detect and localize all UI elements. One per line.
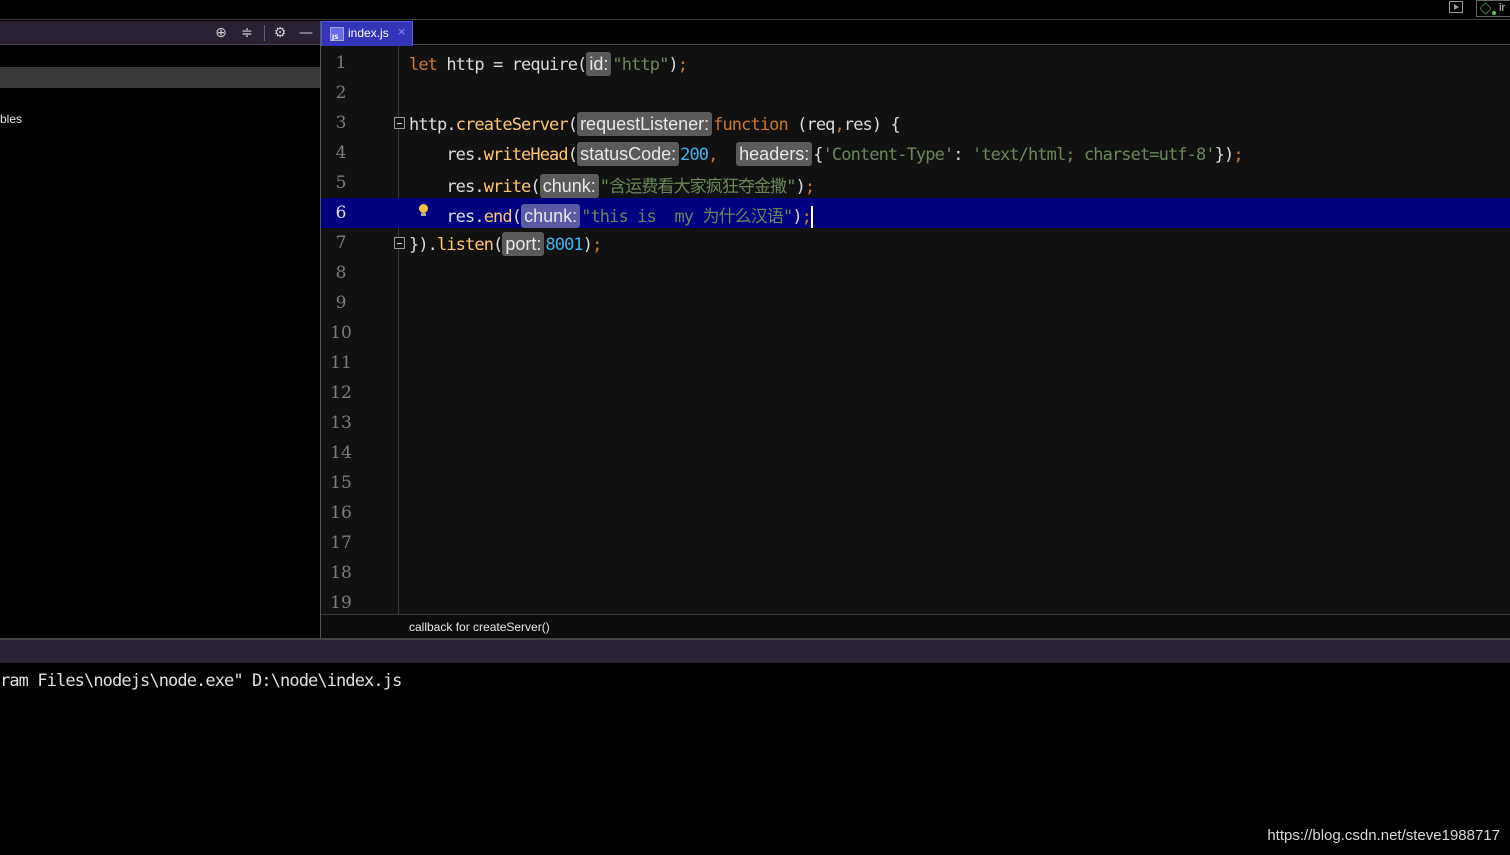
code-line[interactable]: 3 http.createServer(requestListener: func… <box>321 108 1510 138</box>
gear-icon[interactable]: ⚙ <box>272 25 288 41</box>
collapse-all-icon[interactable]: ≑ <box>239 25 255 41</box>
run-panel-header <box>0 640 1510 663</box>
code-line[interactable]: 7 }).listen(port: 8001); <box>321 228 1510 258</box>
run-config-label: ir <box>1499 2 1506 14</box>
code-line[interactable]: 11 <box>321 348 1510 378</box>
code-text: res.write(chunk: "含运费看大家疯狂夺金撒"); <box>446 174 815 198</box>
line-number: 1 <box>335 53 347 73</box>
run-window-icon[interactable] <box>1449 1 1463 13</box>
editor-tab-bar: JS index.js × <box>321 21 1510 46</box>
code-text: http.createServer(requestListener: functi… <box>409 112 901 136</box>
line-number: 18 <box>330 563 352 583</box>
code-line[interactable]: 10 <box>321 318 1510 348</box>
locate-icon[interactable]: ⊕ <box>213 25 229 41</box>
minimize-icon[interactable]: — <box>298 25 314 41</box>
parameter-hint: id: <box>586 52 612 76</box>
fold-toggle-icon[interactable] <box>394 117 405 129</box>
code-line[interactable]: 19 <box>321 588 1510 614</box>
line-number: 14 <box>330 443 352 463</box>
code-line[interactable]: 8 <box>321 258 1510 288</box>
code-line[interactable]: 2 <box>321 78 1510 108</box>
code-text: res.writeHead(statusCode: 200, headers: {'… <box>446 142 1244 166</box>
parameter-hint: headers: <box>736 142 813 166</box>
code-line[interactable]: 18 <box>321 558 1510 588</box>
code-line[interactable]: 4 res.writeHead(statusCode: 200, headers:… <box>321 138 1510 168</box>
parameter-hint: statusCode: <box>577 142 680 166</box>
selected-tree-row[interactable] <box>0 67 320 88</box>
line-number: 17 <box>330 533 352 553</box>
code-line[interactable]: 14 <box>321 438 1510 468</box>
code-text: res.end(chunk: "this is my 为什么汉语"); <box>446 204 813 228</box>
code-text: let http = require(id: "http"); <box>409 52 688 76</box>
code-line[interactable]: 5 res.write(chunk: "含运费看大家疯狂夺金撒"); <box>321 168 1510 198</box>
parameter-hint: chunk: <box>521 204 581 228</box>
line-number: 7 <box>335 233 347 253</box>
code-line[interactable]: 13 <box>321 408 1510 438</box>
project-tree: bles <box>0 46 320 638</box>
parameter-hint: requestListener: <box>577 112 713 136</box>
watermark: https://blog.csdn.net/steve1988717 <box>1267 827 1500 844</box>
js-file-icon: JS <box>330 27 344 41</box>
tab-label: index.js <box>348 26 389 40</box>
code-line[interactable]: 17 <box>321 528 1510 558</box>
line-number: 16 <box>330 503 352 523</box>
code-line[interactable]: 12 <box>321 378 1510 408</box>
line-number: 6 <box>335 203 347 223</box>
code-text: }).listen(port: 8001); <box>409 232 602 256</box>
title-strip: ir <box>0 0 1510 20</box>
code-line[interactable]: 16 <box>321 498 1510 528</box>
fold-toggle-icon[interactable] <box>394 237 405 249</box>
parameter-hint: port: <box>502 232 545 256</box>
line-number: 2 <box>335 83 347 103</box>
line-number: 11 <box>330 353 352 373</box>
line-number: 9 <box>335 293 347 313</box>
line-number: 10 <box>330 323 352 343</box>
project-panel-header: ⊕ ≑ ⚙ — <box>0 21 320 45</box>
breadcrumb[interactable]: callback for createServer() <box>409 620 550 634</box>
breadcrumb-bar: callback for createServer() <box>321 614 1510 638</box>
code-editor[interactable]: 1 let http = require(id: "http"); 2 3 htt… <box>321 46 1510 614</box>
code-line[interactable]: 1 let http = require(id: "http"); <box>321 48 1510 78</box>
line-number: 15 <box>330 473 352 493</box>
line-number: 5 <box>335 173 347 193</box>
tab-index-js[interactable]: JS index.js × <box>321 21 413 46</box>
line-number: 19 <box>330 593 352 613</box>
node-run-config[interactable]: ir <box>1476 0 1510 17</box>
nodejs-icon <box>1479 2 1492 15</box>
text-caret <box>811 206 813 228</box>
run-console[interactable]: ram Files\nodejs\node.exe" D:\node\index… <box>0 663 1510 855</box>
code-line-current[interactable]: 6 res.end(chunk: "this is my 为什么汉语"); <box>321 198 1510 228</box>
status-dot-icon <box>1492 11 1496 15</box>
header-divider <box>264 25 265 41</box>
line-number: 4 <box>335 143 347 163</box>
parameter-hint: chunk: <box>539 174 599 198</box>
line-number: 13 <box>330 413 352 433</box>
code-line[interactable]: 15 <box>321 468 1510 498</box>
close-icon[interactable]: × <box>397 25 406 38</box>
console-output-line: ram Files\nodejs\node.exe" D:\node\index… <box>0 671 402 691</box>
line-number: 12 <box>330 383 352 403</box>
code-line[interactable]: 9 <box>321 288 1510 318</box>
line-number: 3 <box>335 113 347 133</box>
line-number: 8 <box>335 263 347 283</box>
tree-item-libraries[interactable]: bles <box>0 112 22 126</box>
